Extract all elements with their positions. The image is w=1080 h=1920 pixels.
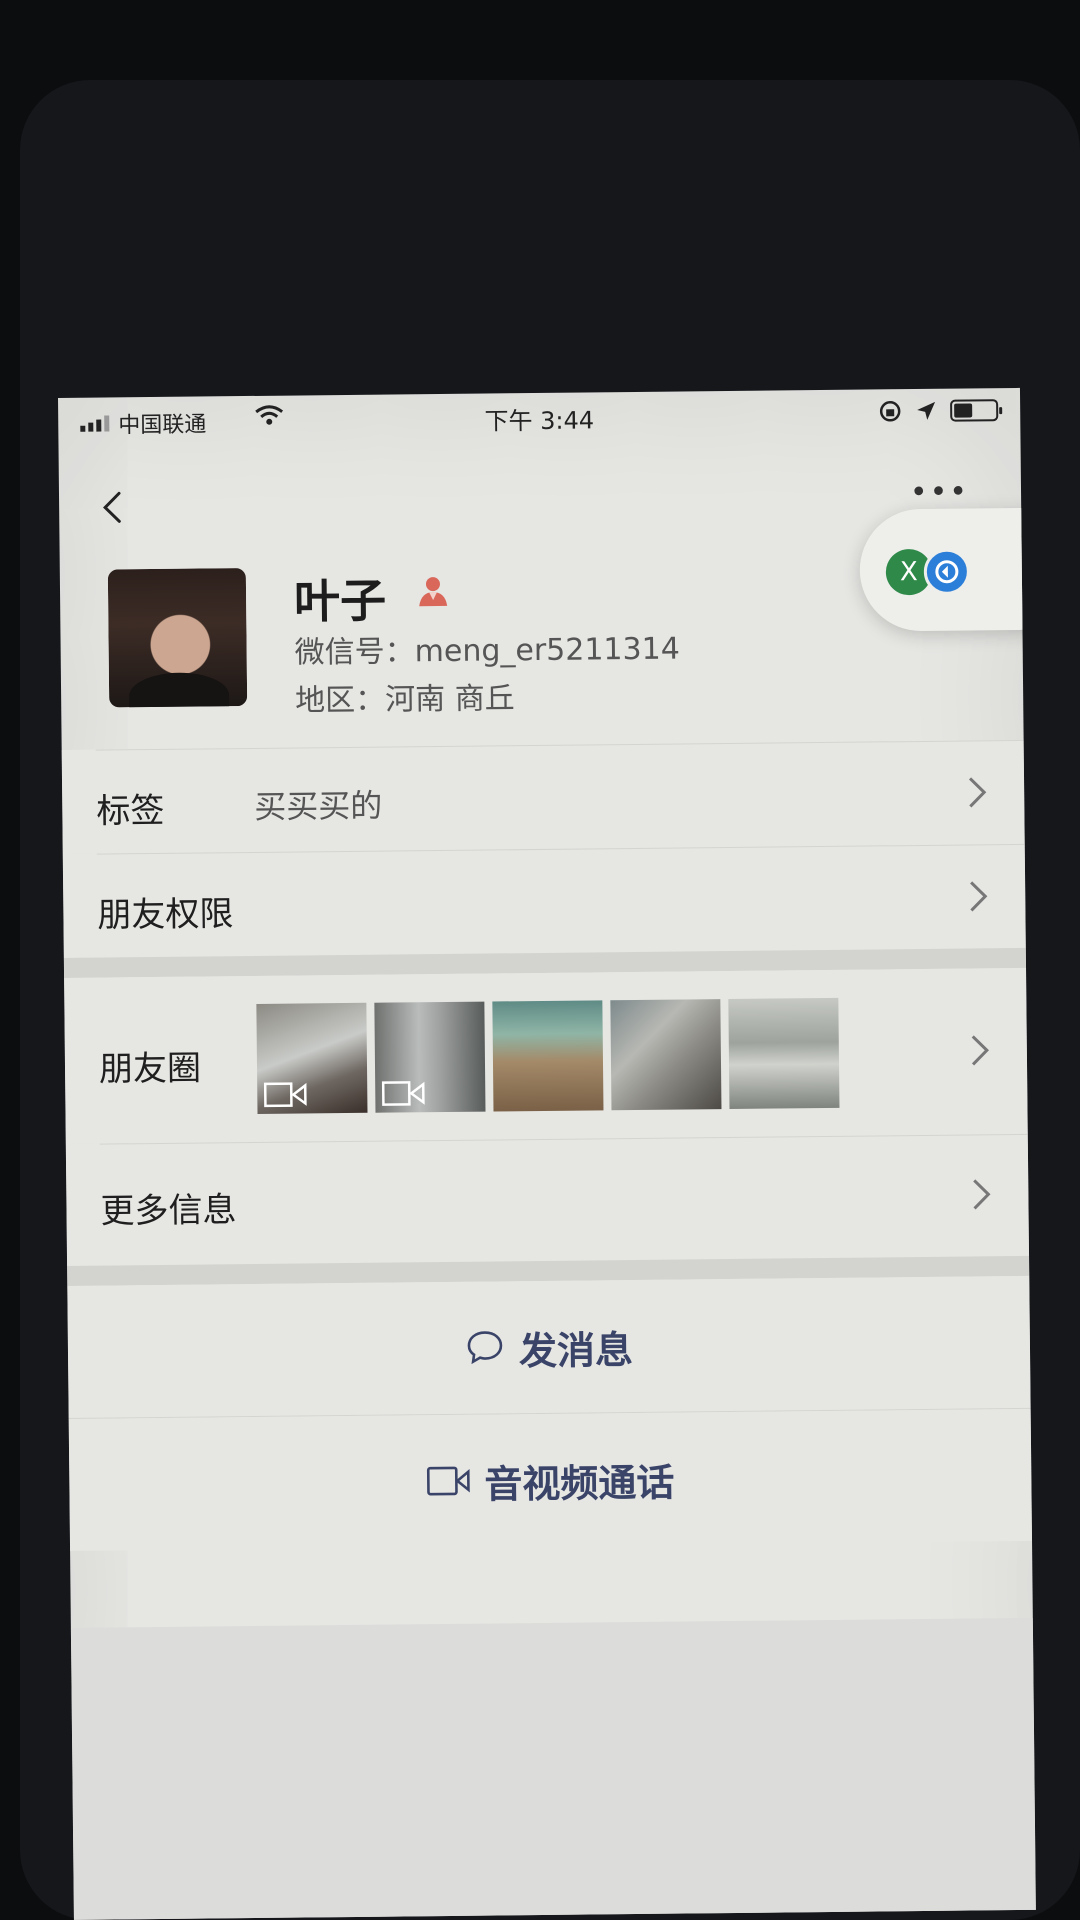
moments-thumbnail [492, 1000, 604, 1112]
chevron-right-icon [971, 1035, 990, 1066]
chat-bubble-icon [467, 1331, 503, 1365]
battery-icon [950, 399, 999, 422]
divider [95, 739, 1024, 751]
status-right-icons [878, 398, 999, 423]
floating-window-bubble[interactable]: X [859, 507, 1036, 632]
status-bar: 中国联通 下午 3:44 [58, 388, 1020, 444]
floating-app-icon-blue [923, 548, 971, 595]
moments-thumbnail [728, 997, 840, 1110]
moments-thumbnail [374, 1001, 486, 1113]
video-camera-icon [263, 1082, 307, 1108]
location-arrow-icon [917, 401, 936, 420]
row-tags-value: 买买买的 [254, 786, 383, 826]
row-tags[interactable]: 标签 买买买的 [61, 739, 1025, 854]
chevron-right-icon [970, 881, 988, 912]
status-time: 下午 3:44 [484, 406, 595, 436]
more-dots-icon[interactable]: ••• [910, 474, 969, 510]
row-more-info-label: 更多信息 [100, 1190, 237, 1232]
row-permissions-label: 朋友权限 [97, 894, 234, 936]
row-more-info[interactable]: 更多信息 [65, 1133, 1030, 1266]
video-camera-icon [381, 1081, 425, 1106]
contact-name: 叶子 [293, 573, 387, 629]
row-tags-label: 标签 [96, 790, 165, 832]
moments-thumbnail [256, 1002, 368, 1114]
rotation-lock-icon [879, 401, 901, 422]
row-moments-label: 朋友圈 [98, 1048, 202, 1090]
moments-thumbnail [610, 999, 722, 1111]
wechat-id: 微信号：meng_er5211314 [294, 631, 680, 671]
row-friend-permissions[interactable]: 朋友权限 [62, 843, 1026, 958]
moments-thumbnails [256, 997, 840, 1114]
person-icon [419, 577, 448, 607]
row-moments[interactable]: 朋友圈 [64, 967, 1028, 1144]
video-camera-icon [426, 1466, 470, 1496]
send-message-button[interactable]: 发消息 [67, 1275, 1031, 1418]
back-chevron-icon[interactable] [93, 487, 133, 527]
empty-bottom-area [70, 1617, 1036, 1920]
chevron-right-icon [968, 777, 987, 808]
avatar[interactable] [107, 568, 248, 708]
send-message-label: 发消息 [518, 1327, 634, 1373]
video-call-label: 音视频通话 [484, 1460, 675, 1507]
region: 地区：河南 商丘 [295, 681, 515, 719]
phone-screen: 中国联通 下午 3:44 ••• X 叶子 微信号：meng_er5211314… [58, 387, 1036, 1920]
video-call-button[interactable]: 音视频通话 [68, 1408, 1033, 1551]
chevron-right-icon [973, 1179, 991, 1210]
